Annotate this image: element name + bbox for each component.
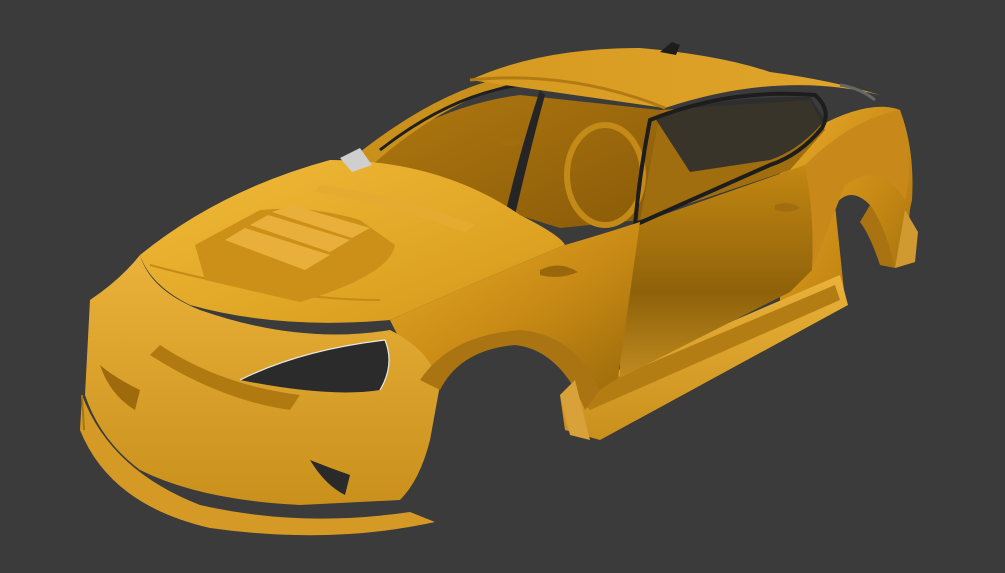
3d-viewport[interactable] [0,0,1005,573]
car-body-render [80,42,918,536]
